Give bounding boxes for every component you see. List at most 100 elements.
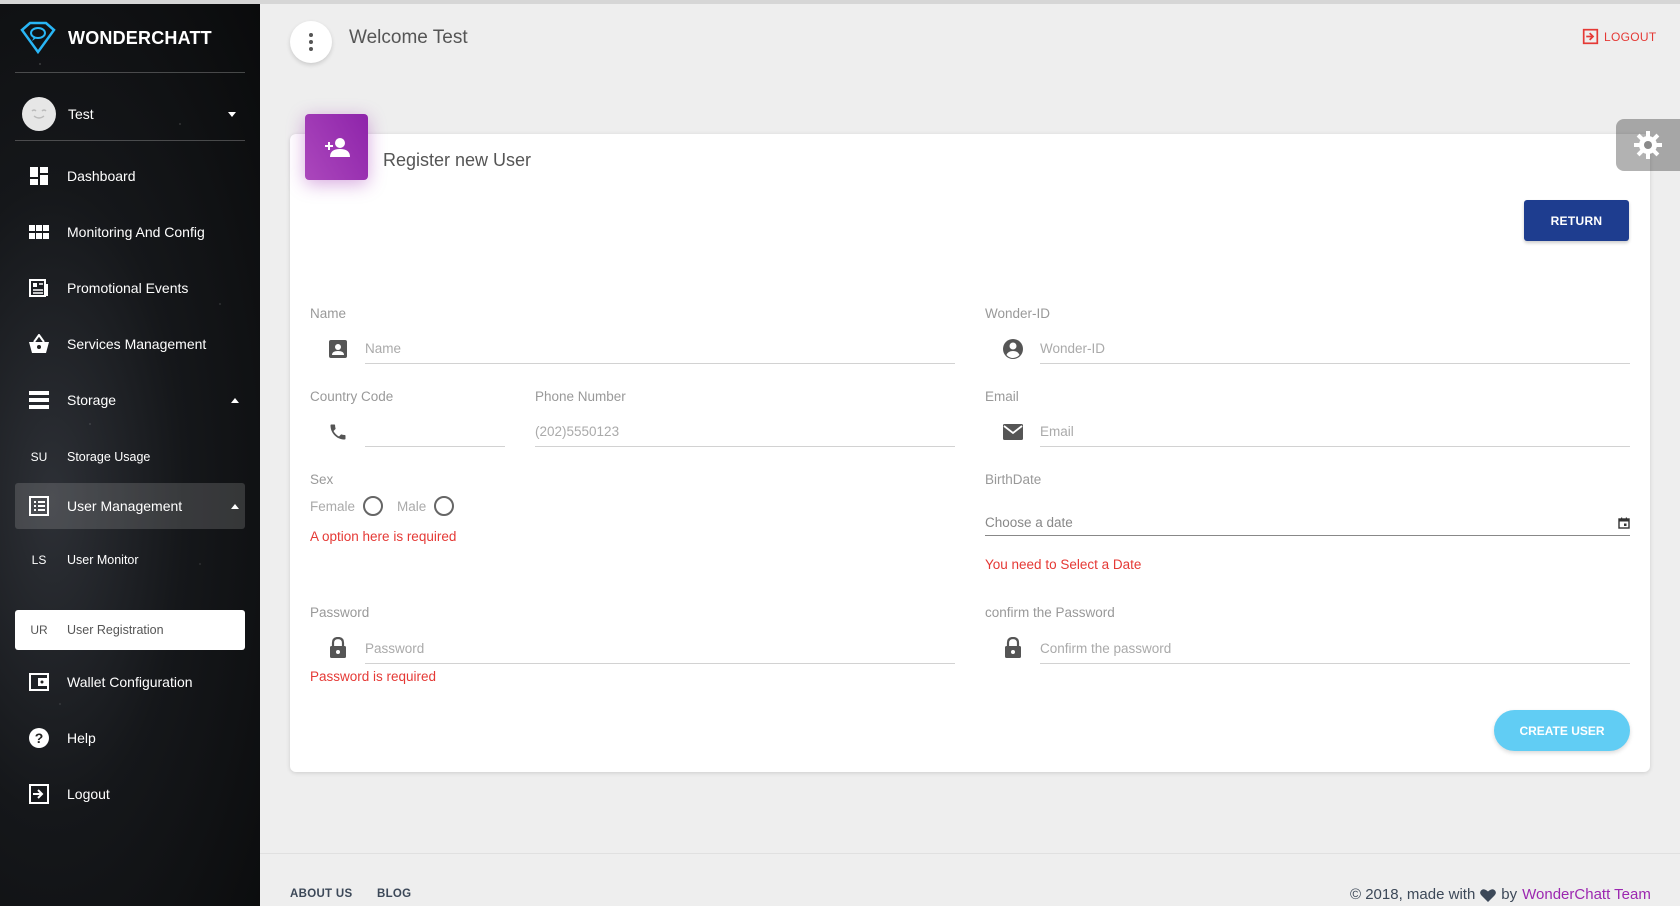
svg-text:?: ? [35, 730, 44, 746]
sidebar-item-promotional-events[interactable]: Promotional Events [15, 265, 245, 311]
sex-label: Sex [310, 472, 334, 487]
sidebar-item-label: Logout [67, 786, 110, 802]
copyright-by: by [1501, 886, 1518, 903]
wallet-icon [28, 671, 50, 693]
birthdate-placeholder: Choose a date [985, 515, 1073, 530]
birthdate-error: You need to Select a Date [985, 557, 1142, 572]
help-icon: ? [28, 727, 50, 749]
dot [309, 40, 313, 44]
sidebar-item-abbr: UR [30, 623, 48, 637]
sidebar: WONDERCHATT Test Dashboard Monitoring An… [0, 4, 260, 906]
avatar [22, 97, 56, 131]
password-label: Password [310, 605, 370, 620]
sidebar-item-storage-usage[interactable]: SU Storage Usage [15, 434, 245, 480]
copyright: © 2018, made with by WonderChatt Team [1350, 886, 1651, 903]
lock-icon [326, 636, 350, 660]
sidebar-divider [15, 140, 245, 141]
radio-female[interactable] [363, 496, 384, 516]
basket-icon [28, 333, 50, 355]
mail-icon [1001, 420, 1025, 444]
password-error: Password is required [310, 669, 437, 684]
brand-logo[interactable]: WONDERCHATT [18, 20, 212, 56]
sidebar-item-label: Wallet Configuration [67, 674, 193, 690]
lock-icon [1001, 636, 1025, 660]
settings-button[interactable] [1616, 119, 1680, 171]
sidebar-item-logout[interactable]: Logout [15, 771, 245, 817]
radio-male[interactable] [434, 496, 455, 516]
newspaper-icon [28, 277, 50, 299]
sidebar-item-label: Services Management [67, 336, 207, 352]
footer-divider [260, 853, 1680, 854]
sidebar-item-label: Storage [67, 392, 117, 408]
add-user-icon [324, 138, 350, 157]
team-link[interactable]: WonderChatt Team [1522, 886, 1651, 903]
sidebar-divider [15, 72, 245, 73]
create-user-button[interactable]: CREATE USER [1494, 710, 1630, 751]
confirm-password-label: confirm the Password [985, 605, 1115, 620]
sidebar-item-abbr: SU [30, 450, 48, 464]
caret-up-icon [231, 503, 239, 509]
dashboard-icon [28, 165, 50, 187]
sidebar-item-dashboard[interactable]: Dashboard [15, 153, 245, 199]
password-input[interactable] [365, 634, 955, 664]
header-logout-link[interactable]: LOGOUT [1582, 28, 1656, 45]
calendar-icon[interactable] [1618, 517, 1630, 529]
list-icon [28, 495, 50, 517]
welcome-text: Welcome Test [349, 27, 468, 48]
email-label: Email [985, 389, 1019, 404]
sidebar-item-user-registration[interactable]: UR User Registration [15, 610, 245, 650]
country-code-label: Country Code [310, 389, 394, 404]
sidebar-item-help[interactable]: ? Help [15, 715, 245, 761]
phone-icon [326, 420, 350, 444]
sidebar-item-storage[interactable]: Storage [15, 377, 245, 423]
sidebar-item-label: User Registration [67, 623, 164, 637]
sidebar-item-label: User Monitor [67, 553, 139, 567]
more-menu-button[interactable] [290, 21, 332, 63]
return-button[interactable]: RETURN [1524, 200, 1629, 241]
phone-number-input[interactable] [535, 417, 955, 447]
sex-error: A option here is required [310, 529, 457, 544]
birthdate-input[interactable]: Choose a date [985, 510, 1630, 536]
radio-female-label: Female [310, 498, 356, 514]
sidebar-item-label: Promotional Events [67, 280, 189, 296]
copyright-prefix: © 2018, made with [1350, 886, 1476, 903]
sidebar-item-wallet-configuration[interactable]: Wallet Configuration [15, 659, 245, 705]
brand-name: WONDERCHATT [68, 27, 212, 48]
footer-about-link[interactable]: ABOUT US [290, 888, 352, 900]
user-name: Test [68, 106, 94, 122]
card-title: Register new User [383, 150, 532, 170]
smile-icon [31, 109, 47, 119]
dot [309, 47, 313, 51]
footer-blog-link[interactable]: BLOG [377, 888, 411, 900]
country-code-input[interactable] [365, 417, 505, 447]
gear-icon [1634, 131, 1662, 159]
wonder-id-input[interactable] [1040, 334, 1630, 364]
sidebar-item-monitoring[interactable]: Monitoring And Config [15, 209, 245, 255]
sidebar-item-label: Storage Usage [67, 450, 151, 464]
sidebar-item-services-management[interactable]: Services Management [15, 321, 245, 367]
name-input[interactable] [365, 334, 955, 364]
user-profile-toggle[interactable]: Test [22, 96, 242, 132]
exit-icon [28, 783, 50, 805]
sidebar-item-label: Dashboard [67, 168, 136, 184]
sidebar-item-user-management[interactable]: User Management [15, 483, 245, 529]
confirm-password-input[interactable] [1040, 634, 1630, 664]
diamond-logo-icon [20, 21, 56, 55]
sidebar-item-label: Help [67, 730, 96, 746]
sidebar-item-abbr: LS [31, 553, 47, 567]
contact-card-icon [326, 337, 350, 361]
name-label: Name [310, 306, 347, 321]
sidebar-item-label: Monitoring And Config [67, 224, 205, 240]
logout-label: LOGOUT [1604, 29, 1657, 44]
caret-up-icon [231, 397, 239, 403]
birthdate-label: BirthDate [985, 472, 1042, 487]
radio-male-label: Male [397, 498, 427, 514]
register-card [290, 134, 1650, 772]
wonder-id-label: Wonder-ID [985, 306, 1051, 321]
sex-radio-group: Female Male [310, 496, 468, 516]
sidebar-item-label: User Management [67, 498, 183, 514]
sidebar-item-user-monitor[interactable]: LS User Monitor [15, 537, 245, 583]
card-header-icon [305, 114, 368, 180]
email-input[interactable] [1040, 417, 1630, 447]
exit-icon [1582, 28, 1599, 45]
